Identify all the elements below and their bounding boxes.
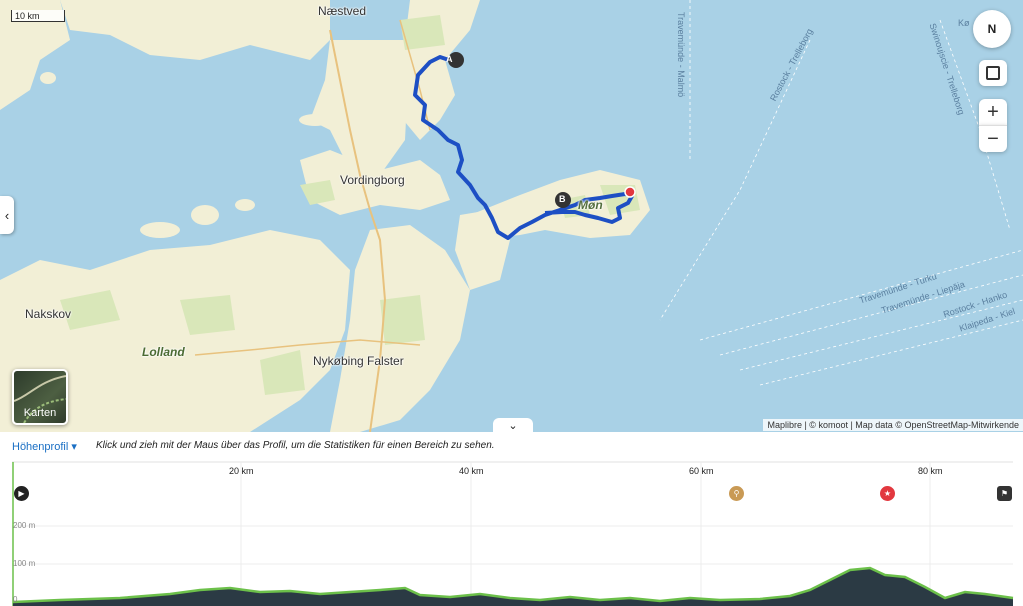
- sidebar-toggle-button[interactable]: ‹: [0, 196, 14, 234]
- place-label-vordingborg: Vordingborg: [340, 173, 405, 187]
- map-layer-label: Karten: [23, 407, 57, 419]
- elevation-area: [13, 568, 1013, 606]
- elevation-tick-0: 0: [13, 595, 18, 604]
- place-label-nykobing-falster: Nykøbing Falster: [313, 354, 404, 368]
- elevation-chart[interactable]: [0, 432, 1023, 606]
- zoom-in-button[interactable]: +: [979, 99, 1007, 125]
- start-icon[interactable]: ▶: [14, 486, 29, 501]
- ferry-label-ko: Kø: [958, 18, 970, 28]
- map-view[interactable]: A B Næstved Vordingborg Nakskov Lolland …: [0, 0, 1023, 432]
- collapse-panel-button[interactable]: ⌄: [493, 418, 533, 432]
- map-attribution[interactable]: Maplibre | © komoot | Map data © OpenStr…: [763, 419, 1023, 431]
- route-start-label: A: [446, 54, 453, 64]
- place-label-nakskov: Nakskov: [25, 307, 72, 321]
- recenter-icon: [986, 66, 1000, 80]
- recenter-button[interactable]: [979, 60, 1007, 86]
- bike-icon[interactable]: ⚲: [729, 486, 744, 501]
- elevation-tick-100: 100 m: [13, 559, 36, 568]
- elevation-tick-200: 200 m: [13, 521, 36, 530]
- highlight-icon[interactable]: ★: [880, 486, 895, 501]
- compass-icon[interactable]: N: [973, 10, 1011, 48]
- finish-icon[interactable]: ⚑: [997, 486, 1012, 501]
- map-layer-button[interactable]: Karten: [12, 369, 68, 425]
- ferry-label-travemunde-malmo: Travemünde - Malmö: [676, 12, 686, 98]
- map-scale: 10 km: [11, 10, 65, 22]
- place-label-naestved: Næstved: [318, 4, 367, 18]
- elevation-profile-panel[interactable]: Höhenprofil ▾ Klick und zieh mit der Mau…: [0, 432, 1023, 606]
- map-canvas[interactable]: [0, 0, 1023, 432]
- route-end-label: B: [559, 194, 566, 204]
- distance-tick-40: 40 km: [459, 466, 484, 476]
- place-label-mon: Møn: [578, 198, 603, 212]
- distance-tick-20: 20 km: [229, 466, 254, 476]
- highlight-pin-icon[interactable]: [624, 186, 636, 198]
- distance-tick-60: 60 km: [689, 466, 714, 476]
- zoom-out-button[interactable]: −: [979, 125, 1007, 152]
- distance-tick-80: 80 km: [918, 466, 943, 476]
- place-label-lolland: Lolland: [142, 345, 185, 359]
